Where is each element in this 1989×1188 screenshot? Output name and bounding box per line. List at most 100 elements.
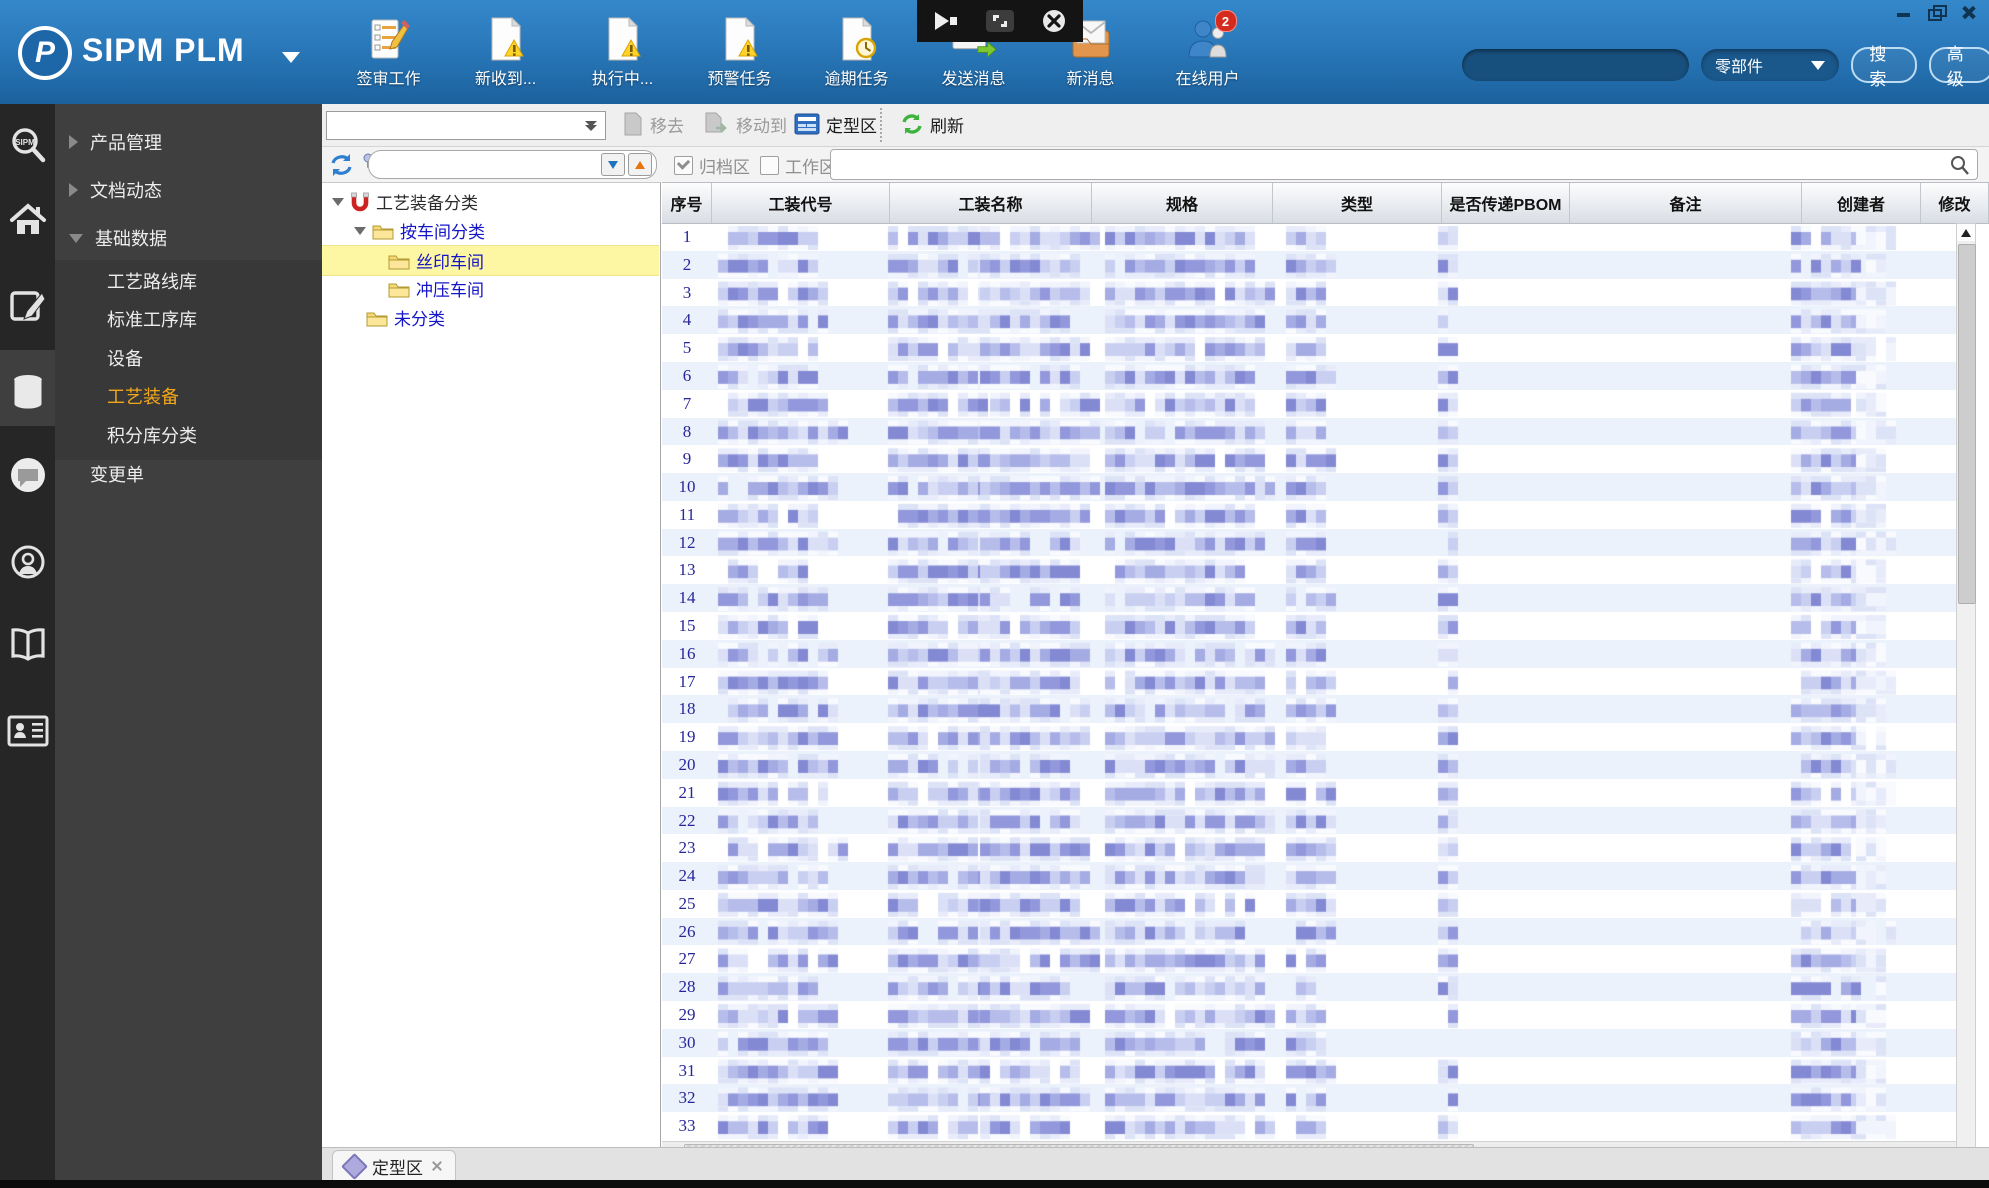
close-button[interactable]	[1959, 4, 1977, 20]
table-row-1[interactable]: 1	[662, 223, 1956, 251]
tree-filter-input[interactable]	[369, 153, 598, 176]
table-row-30[interactable]: 30	[662, 1028, 1956, 1057]
minimize-button[interactable]	[1895, 4, 1913, 20]
table-row-18[interactable]: 18	[662, 695, 1956, 724]
edit-icon[interactable]	[0, 277, 55, 333]
tree-node-工艺装备分类[interactable]: 工艺装备分类	[322, 187, 659, 216]
column-header-规格[interactable]: 规格	[1092, 183, 1273, 223]
table-row-10[interactable]: 10	[662, 473, 1956, 501]
advanced-search-button[interactable]: 高级	[1928, 45, 1989, 89]
search-icon[interactable]	[1949, 153, 1971, 177]
vertical-scroll-thumb[interactable]	[1958, 244, 1976, 604]
classification-combo[interactable]	[326, 111, 606, 140]
column-header-备注[interactable]: 备注	[1570, 183, 1802, 223]
table-row-31[interactable]: 31	[662, 1057, 1956, 1085]
support-icon[interactable]	[0, 534, 55, 590]
refresh-button[interactable]: 刷新	[900, 109, 964, 139]
toolbar-item-5[interactable]: 逾期任务	[798, 16, 915, 89]
table-row-3[interactable]: 3	[662, 279, 1956, 307]
table-row-8[interactable]: 8	[662, 417, 1956, 446]
toolbar-item-8[interactable]: 2 在线用户	[1149, 10, 1266, 89]
tab-finalize-zone[interactable]: 定型区	[332, 1150, 456, 1181]
find-prev-button[interactable]	[628, 153, 652, 176]
find-next-button[interactable]	[601, 153, 625, 176]
toolbar-item-3[interactable]: 执行中...	[564, 16, 681, 89]
restore-button[interactable]	[1927, 4, 1947, 21]
tree-node-按车间分类[interactable]: 按车间分类	[322, 216, 659, 245]
table-row-29[interactable]: 29	[662, 1001, 1956, 1029]
idcard-icon[interactable]	[0, 703, 55, 759]
column-header-修改[interactable]: 修改	[1921, 183, 1989, 223]
archive-zone-checkbox[interactable]	[674, 156, 693, 175]
tree-node-冲压车间[interactable]: 冲压车间	[322, 274, 659, 303]
table-row-22[interactable]: 22	[662, 806, 1956, 835]
table-row-5[interactable]: 5	[662, 334, 1956, 362]
stop-capture-icon[interactable]	[1041, 8, 1067, 34]
table-row-28[interactable]: 28	[662, 973, 1956, 1002]
table-row-4[interactable]: 4	[662, 306, 1956, 335]
app-title: SIPM PLM	[82, 32, 245, 68]
table-row-12[interactable]: 12	[662, 528, 1956, 557]
table-row-21[interactable]: 21	[662, 779, 1956, 807]
remove-button[interactable]: 移去	[622, 109, 684, 139]
sidebar-item-4[interactable]: 变更单	[55, 457, 322, 491]
vertical-scrollbar[interactable]	[1956, 223, 1976, 1188]
table-row-27[interactable]: 27	[662, 945, 1956, 973]
column-header-序号[interactable]: 序号	[662, 183, 712, 223]
table-row-17[interactable]: 17	[662, 668, 1956, 696]
table-row-32[interactable]: 32	[662, 1084, 1956, 1113]
table-row-7[interactable]: 7	[662, 390, 1956, 418]
toolbar-item-1[interactable]: 签审工作	[330, 16, 447, 89]
table-row-16[interactable]: 16	[662, 639, 1956, 668]
column-header-是否传递PBOM[interactable]: 是否传递PBOM	[1442, 183, 1570, 223]
tab-close-icon[interactable]	[431, 1160, 443, 1172]
table-row-15[interactable]: 15	[662, 612, 1956, 640]
toolbar-item-4[interactable]: 预警任务	[681, 16, 798, 89]
scroll-up-arrow[interactable]	[1957, 224, 1975, 241]
sidebar-item-3[interactable]: 基础数据	[55, 221, 322, 255]
table-row-26[interactable]: 26	[662, 917, 1956, 946]
table-row-2[interactable]: 2	[662, 250, 1956, 279]
sidebar-item-1[interactable]: 产品管理	[55, 125, 322, 159]
toolbar-item-2[interactable]: 新收到...	[447, 16, 564, 89]
table-row-20[interactable]: 20	[662, 750, 1956, 779]
app-menu-caret-icon[interactable]	[282, 52, 300, 63]
share-screen-icon[interactable]	[933, 9, 959, 33]
tree-node-未分类[interactable]: 未分类	[322, 303, 659, 332]
tree-refresh-icon[interactable]	[328, 152, 355, 178]
table-row-13[interactable]: 13	[662, 556, 1956, 584]
column-header-创建者[interactable]: 创建者	[1802, 183, 1921, 223]
sidebar-subitem-label: 工艺路线库	[107, 272, 197, 292]
tree-node-丝印车间[interactable]: 丝印车间	[322, 245, 659, 276]
sipm-logo-icon[interactable]: P	[18, 26, 72, 80]
home-icon[interactable]	[0, 192, 55, 248]
finalize-zone-button[interactable]: 定型区	[794, 109, 877, 139]
search-category-dropdown[interactable]: 零部件	[1701, 49, 1840, 81]
sipm-search-icon[interactable]: SIPM	[0, 118, 55, 174]
table-row-11[interactable]: 11	[662, 501, 1956, 529]
column-header-工装名称[interactable]: 工装名称	[890, 183, 1092, 223]
table-row-6[interactable]: 6	[662, 361, 1956, 390]
table-row-24[interactable]: 24	[662, 862, 1956, 890]
document-move-icon	[705, 112, 727, 133]
chat-icon[interactable]	[0, 447, 55, 503]
global-search-input[interactable]	[1462, 49, 1689, 81]
work-zone-checkbox[interactable]	[760, 156, 779, 175]
table-row-23[interactable]: 23	[662, 834, 1956, 862]
move-to-button[interactable]: 移动到	[704, 109, 787, 139]
sidebar-item-2[interactable]: 文档动态	[55, 173, 322, 207]
table-row-25[interactable]: 25	[662, 890, 1956, 918]
sidebar-subitem-label: 积分库分类	[107, 426, 197, 446]
fullscreen-icon[interactable]	[985, 9, 1015, 33]
database-icon[interactable]	[0, 364, 55, 420]
column-header-工装代号[interactable]: 工装代号	[712, 183, 890, 223]
work-zone-checkbox-row: 工作区	[760, 153, 836, 178]
column-header-类型[interactable]: 类型	[1273, 183, 1442, 223]
table-row-19[interactable]: 19	[662, 723, 1956, 751]
table-search-input[interactable]	[831, 153, 1949, 176]
book-icon[interactable]	[0, 617, 55, 673]
search-button[interactable]: 搜索	[1851, 45, 1917, 89]
table-row-33[interactable]: 33	[662, 1112, 1956, 1140]
table-row-9[interactable]: 9	[662, 445, 1956, 473]
table-row-14[interactable]: 14	[662, 584, 1956, 613]
